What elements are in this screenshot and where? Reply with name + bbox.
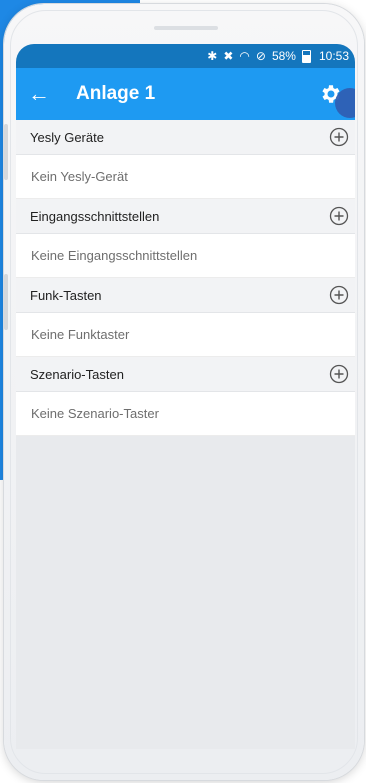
app-bar: ← Anlage 1 [16,68,355,120]
phone-speaker [154,26,218,30]
section-header-radio-buttons: Funk-Tasten [16,278,355,313]
power-button [4,274,8,330]
add-circle-icon[interactable] [329,206,349,226]
section-title: Funk-Tasten [30,287,102,303]
vibrate-off-icon: ✖ [223,49,234,63]
bluetooth-icon: ✱ [207,49,218,63]
section-header-scenario-buttons: Szenario-Tasten [16,357,355,392]
back-button[interactable]: ← [16,68,62,120]
section-empty-yesly-devices: Kein Yesly-Gerät [16,155,355,199]
section-title: Szenario-Tasten [30,366,124,382]
add-circle-icon[interactable] [329,364,349,384]
page-title: Anlage 1 [76,83,156,104]
section-empty-scenario-buttons: Keine Szenario-Taster [16,392,355,436]
app-screen: ✱ ✖ ◠ ⊘ 58% 10:53 ← Anlage 1 Yesly Gerät… [16,44,355,749]
status-bar: ✱ ✖ ◠ ⊘ 58% 10:53 [16,44,355,68]
battery-percent: 58% [271,49,296,63]
add-circle-icon[interactable] [329,127,349,147]
volume-button [4,124,8,180]
section-title: Yesly Geräte [30,129,104,145]
section-empty-input-interfaces: Keine Eingangsschnittstellen [16,234,355,278]
touch-indicator [335,88,355,118]
do-not-disturb-icon: ⊘ [255,49,266,63]
status-time: 10:53 [318,49,349,63]
add-circle-icon[interactable] [329,285,349,305]
section-header-input-interfaces: Eingangsschnittstellen [16,199,355,234]
stage: ✱ ✖ ◠ ⊘ 58% 10:53 ← Anlage 1 Yesly Gerät… [0,0,366,783]
wifi-icon: ◠ [239,49,250,63]
battery-icon [301,49,311,63]
section-header-yesly-devices: Yesly Geräte [16,120,355,155]
section-title: Eingangsschnittstellen [30,208,160,224]
section-empty-radio-buttons: Keine Funktaster [16,313,355,357]
